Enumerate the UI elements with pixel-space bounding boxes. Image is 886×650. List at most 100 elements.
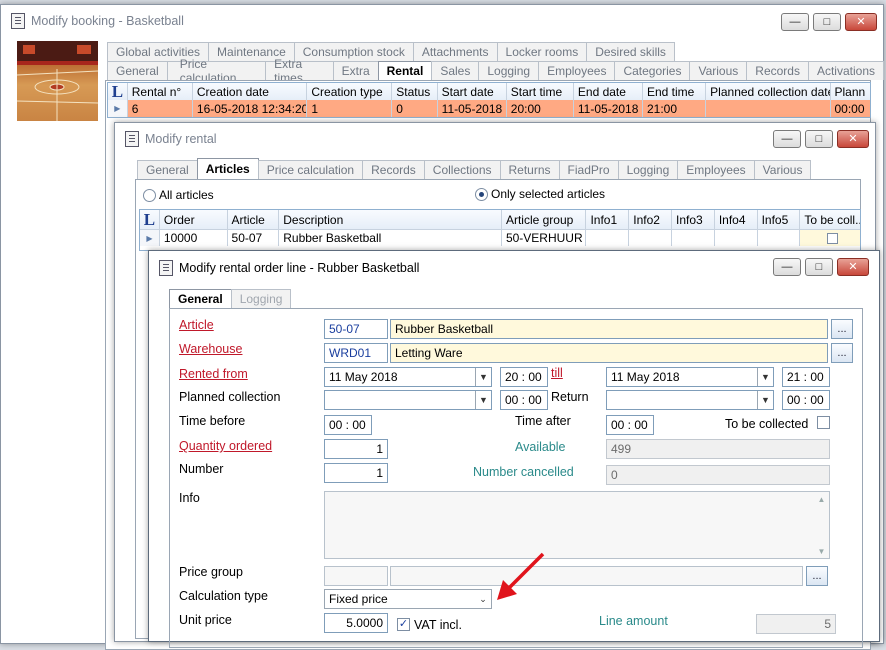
tab-logging[interactable]: Logging xyxy=(617,160,679,179)
col-info1[interactable]: Info1 xyxy=(586,210,630,229)
col-to-be-collected[interactable]: To be coll... xyxy=(800,210,860,229)
tab-general[interactable]: General xyxy=(107,61,168,80)
table-row[interactable]: ▶ 10000 50-07 Rubber Basketball 50-VERHU… xyxy=(140,229,860,246)
tab-locker-rooms[interactable]: Locker rooms xyxy=(496,42,588,61)
col-order[interactable]: Order xyxy=(160,210,228,229)
all-articles-radio[interactable] xyxy=(143,189,156,202)
scroll-up-icon[interactable]: ▲ xyxy=(814,496,829,504)
tab-general[interactable]: General xyxy=(169,289,232,308)
minimize-button[interactable]: — xyxy=(781,13,809,31)
return-date[interactable]: ▼ xyxy=(606,390,774,410)
chevron-down-icon[interactable]: ▼ xyxy=(475,391,491,409)
col-creation-type[interactable]: Creation type xyxy=(307,83,393,100)
col-status[interactable]: Status xyxy=(392,83,438,100)
warehouse-code-field[interactable]: WRD01 xyxy=(324,343,388,363)
scroll-down-icon[interactable]: ▼ xyxy=(814,548,829,556)
warehouse-name-field[interactable]: Letting Ware xyxy=(390,343,828,363)
close-button[interactable]: ✕ xyxy=(837,130,869,148)
col-rental-no[interactable]: Rental n° xyxy=(128,83,193,100)
col-info2[interactable]: Info2 xyxy=(629,210,673,229)
article-label[interactable]: Article xyxy=(179,318,214,332)
col-info5[interactable]: Info5 xyxy=(758,210,801,229)
tab-various[interactable]: Various xyxy=(753,160,812,179)
planned-collection-date[interactable]: ▼ xyxy=(324,390,492,410)
time-after-field[interactable]: 00 : 00 xyxy=(606,415,654,435)
till-time[interactable]: 21 : 00 xyxy=(782,367,830,387)
tab-activations[interactable]: Activations xyxy=(807,61,884,80)
tab-logging[interactable]: Logging xyxy=(230,289,292,308)
time-before-field[interactable]: 00 : 00 xyxy=(324,415,372,435)
maximize-button[interactable]: □ xyxy=(805,258,833,276)
rented-from-label[interactable]: Rented from xyxy=(179,367,248,381)
info-scrollbar[interactable]: ▲ ▼ xyxy=(814,492,829,558)
col-end-date[interactable]: End date xyxy=(574,83,643,100)
tab-extra-times[interactable]: Extra times xyxy=(265,57,334,85)
tab-employees[interactable]: Employees xyxy=(677,160,755,179)
tab-records[interactable]: Records xyxy=(746,61,809,80)
warehouse-lookup-button[interactable]: ... xyxy=(831,343,853,363)
col-info3[interactable]: Info3 xyxy=(672,210,715,229)
tab-attachments[interactable]: Attachments xyxy=(412,42,498,61)
col-start-time[interactable]: Start time xyxy=(507,83,574,100)
minimize-button[interactable]: — xyxy=(773,130,801,148)
col-info4[interactable]: Info4 xyxy=(715,210,758,229)
tab-returns[interactable]: Returns xyxy=(499,160,560,179)
col-article-group[interactable]: Article group xyxy=(502,210,587,229)
col-planned-collection-date[interactable]: Planned collection date xyxy=(706,83,831,100)
planned-collection-time[interactable]: 00 : 00 xyxy=(500,390,548,410)
col-end-time[interactable]: End time xyxy=(643,83,707,100)
table-row[interactable]: ▶ 6 16-05-2018 12:34:20 1 0 11-05-2018 2… xyxy=(108,100,870,117)
tab-records[interactable]: Records xyxy=(362,160,425,179)
price-group-lookup-button[interactable]: ... xyxy=(806,566,828,586)
return-time[interactable]: 00 : 00 xyxy=(782,390,830,410)
tab-desired-skills[interactable]: Desired skills xyxy=(586,42,675,61)
col-planned[interactable]: Plann xyxy=(831,83,871,100)
article-name-field[interactable]: Rubber Basketball xyxy=(390,319,828,339)
chevron-down-icon[interactable]: ▼ xyxy=(475,368,491,386)
tab-price-calculation[interactable]: Price calculation xyxy=(257,160,364,179)
rented-from-time[interactable]: 20 : 00 xyxy=(500,367,548,387)
price-group-code-field[interactable] xyxy=(324,566,388,586)
number-field[interactable]: 1 xyxy=(324,463,388,483)
tab-categories[interactable]: Categories xyxy=(614,61,691,80)
chevron-down-icon[interactable]: ⌄ xyxy=(475,590,491,608)
col-creation-date[interactable]: Creation date xyxy=(193,83,308,100)
tab-price-calculation[interactable]: Price calculation xyxy=(166,57,267,85)
close-button[interactable]: ✕ xyxy=(837,258,869,276)
article-code-field[interactable]: 50-07 xyxy=(324,319,388,339)
vat-incl-checkbox[interactable]: ✓ xyxy=(397,618,410,631)
tab-various[interactable]: Various xyxy=(689,61,748,80)
to-be-collected-row-checkbox[interactable] xyxy=(826,232,838,244)
tab-collections[interactable]: Collections xyxy=(423,160,501,179)
to-be-collected-checkbox[interactable] xyxy=(817,416,830,429)
col-article[interactable]: Article xyxy=(228,210,280,229)
close-button[interactable]: ✕ xyxy=(845,13,877,31)
price-group-name-field[interactable] xyxy=(390,566,803,586)
tab-fiadpro[interactable]: FiadPro xyxy=(558,160,619,179)
maximize-button[interactable]: □ xyxy=(813,13,841,31)
tab-general[interactable]: General xyxy=(137,160,198,179)
tab-rental[interactable]: Rental xyxy=(377,61,433,80)
unit-price-field[interactable]: 5.0000 xyxy=(324,613,388,633)
chevron-down-icon[interactable]: ▼ xyxy=(757,391,773,409)
maximize-button[interactable]: □ xyxy=(805,130,833,148)
quantity-ordered-field[interactable]: 1 xyxy=(324,439,388,459)
minimize-button[interactable]: — xyxy=(773,258,801,276)
till-date[interactable]: 11 May 2018 ▼ xyxy=(606,367,774,387)
warehouse-label[interactable]: Warehouse xyxy=(179,342,242,356)
calculation-type-select[interactable]: Fixed price ⌄ xyxy=(324,589,492,609)
till-label[interactable]: till xyxy=(551,366,563,380)
col-start-date[interactable]: Start date xyxy=(438,83,507,100)
article-lookup-button[interactable]: ... xyxy=(831,319,853,339)
tab-articles[interactable]: Articles xyxy=(196,158,259,179)
layout-l-icon[interactable]: L xyxy=(108,83,128,100)
quantity-ordered-label[interactable]: Quantity ordered xyxy=(179,439,272,453)
tab-logging[interactable]: Logging xyxy=(478,61,540,80)
chevron-down-icon[interactable]: ▼ xyxy=(757,368,773,386)
tab-sales[interactable]: Sales xyxy=(431,61,480,80)
only-selected-radio[interactable] xyxy=(475,188,488,201)
info-textarea[interactable] xyxy=(324,491,830,559)
layout-l-icon[interactable]: L xyxy=(140,210,160,229)
tab-employees[interactable]: Employees xyxy=(538,61,616,80)
rented-from-date[interactable]: 11 May 2018 ▼ xyxy=(324,367,492,387)
